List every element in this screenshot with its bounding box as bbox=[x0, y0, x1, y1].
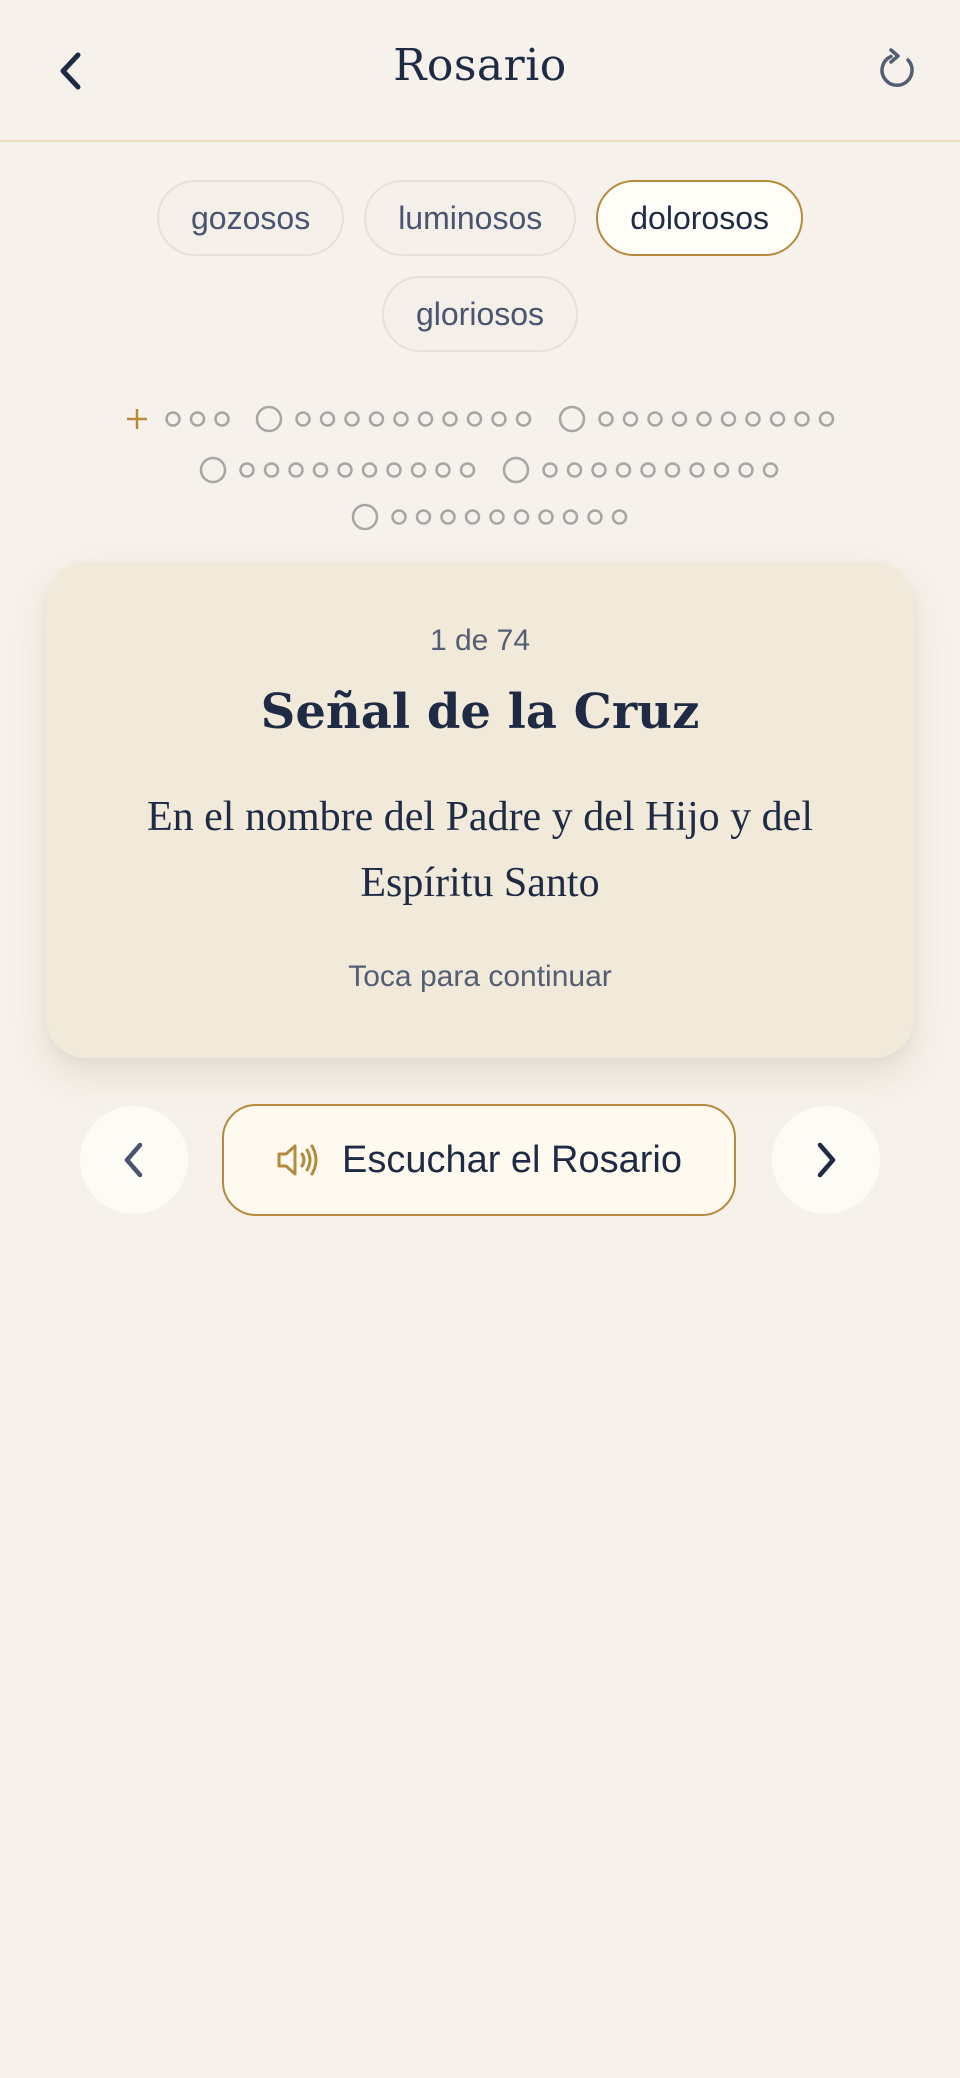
small-bead bbox=[640, 462, 656, 478]
small-bead bbox=[391, 509, 407, 525]
small-bead bbox=[435, 462, 451, 478]
small-bead bbox=[489, 509, 505, 525]
small-bead bbox=[189, 411, 206, 427]
large-bead bbox=[558, 405, 586, 433]
chip-gozosos[interactable]: gozosos bbox=[157, 180, 345, 256]
small-bead bbox=[464, 509, 481, 525]
small-bead bbox=[615, 462, 632, 478]
small-bead bbox=[762, 462, 779, 478]
small-bead bbox=[344, 411, 360, 427]
cross-bead-icon bbox=[127, 409, 147, 429]
prayer-text: En el nombre del Padre y del Hijo y del … bbox=[147, 794, 813, 906]
small-bead bbox=[386, 462, 402, 478]
small-bead bbox=[263, 462, 280, 478]
small-bead bbox=[720, 411, 737, 427]
small-bead bbox=[440, 509, 456, 525]
small-bead bbox=[513, 509, 530, 525]
small-bead bbox=[738, 462, 754, 478]
large-bead bbox=[502, 456, 530, 484]
small-bead bbox=[295, 411, 311, 427]
small-bead bbox=[562, 509, 579, 525]
small-bead bbox=[515, 411, 532, 427]
reset-button[interactable] bbox=[862, 36, 932, 106]
listen-rosary-button[interactable]: Escuchar el Rosario bbox=[222, 1104, 736, 1216]
refresh-icon bbox=[880, 48, 914, 87]
small-bead bbox=[491, 411, 507, 427]
listen-rosary-label: Escuchar el Rosario bbox=[341, 1138, 683, 1181]
small-bead bbox=[696, 411, 712, 427]
large-bead bbox=[199, 456, 227, 484]
small-bead bbox=[361, 462, 378, 478]
small-bead bbox=[288, 462, 304, 478]
small-bead bbox=[312, 462, 329, 478]
app-header: Rosario bbox=[0, 0, 960, 142]
large-bead bbox=[351, 503, 379, 531]
small-bead bbox=[818, 411, 835, 427]
small-bead bbox=[587, 509, 603, 525]
small-bead bbox=[393, 411, 409, 427]
small-bead bbox=[794, 411, 810, 427]
chip-gloriosos[interactable]: gloriosos bbox=[381, 276, 579, 352]
small-bead bbox=[622, 411, 639, 427]
chevron-right-icon bbox=[817, 1142, 836, 1178]
page-title: Rosario bbox=[393, 40, 567, 91]
small-bead bbox=[745, 411, 761, 427]
small-bead bbox=[598, 411, 614, 427]
small-bead bbox=[239, 462, 255, 478]
previous-button[interactable] bbox=[80, 1106, 188, 1214]
playback-controls: Escuchar el Rosario bbox=[0, 1104, 960, 1216]
small-bead bbox=[459, 462, 476, 478]
small-bead bbox=[611, 509, 628, 525]
small-bead bbox=[165, 411, 181, 427]
small-bead bbox=[415, 509, 432, 525]
small-bead bbox=[214, 411, 230, 427]
mystery-selector: gozosos luminosos dolorosos gloriosos bbox=[0, 180, 960, 352]
rosary-beads-progress bbox=[127, 405, 835, 531]
small-bead bbox=[664, 462, 681, 478]
tap-hint: Toca para continuar bbox=[348, 960, 612, 993]
prayer-card[interactable]: 1 de 74 Señal de la Cruz En el nombre de… bbox=[46, 562, 914, 1058]
small-bead bbox=[671, 411, 688, 427]
small-bead bbox=[410, 462, 427, 478]
small-bead bbox=[538, 509, 554, 525]
small-bead bbox=[591, 462, 607, 478]
speaker-icon bbox=[277, 1144, 318, 1176]
large-bead bbox=[255, 405, 283, 433]
small-bead bbox=[319, 411, 336, 427]
chip-dolorosos[interactable]: dolorosos bbox=[596, 180, 803, 256]
small-bead bbox=[769, 411, 786, 427]
prayer-title: Señal de la Cruz bbox=[260, 684, 700, 740]
small-bead bbox=[417, 411, 434, 427]
small-bead bbox=[566, 462, 583, 478]
small-bead bbox=[647, 411, 663, 427]
small-bead bbox=[442, 411, 458, 427]
small-bead bbox=[337, 462, 353, 478]
small-bead bbox=[542, 462, 558, 478]
chip-luminosos[interactable]: luminosos bbox=[364, 180, 577, 256]
small-bead bbox=[713, 462, 730, 478]
small-bead bbox=[689, 462, 705, 478]
small-bead bbox=[466, 411, 483, 427]
chevron-left-icon bbox=[124, 1142, 143, 1178]
prayer-counter: 1 de 74 bbox=[429, 624, 531, 657]
next-button[interactable] bbox=[772, 1106, 880, 1214]
small-bead bbox=[368, 411, 385, 427]
